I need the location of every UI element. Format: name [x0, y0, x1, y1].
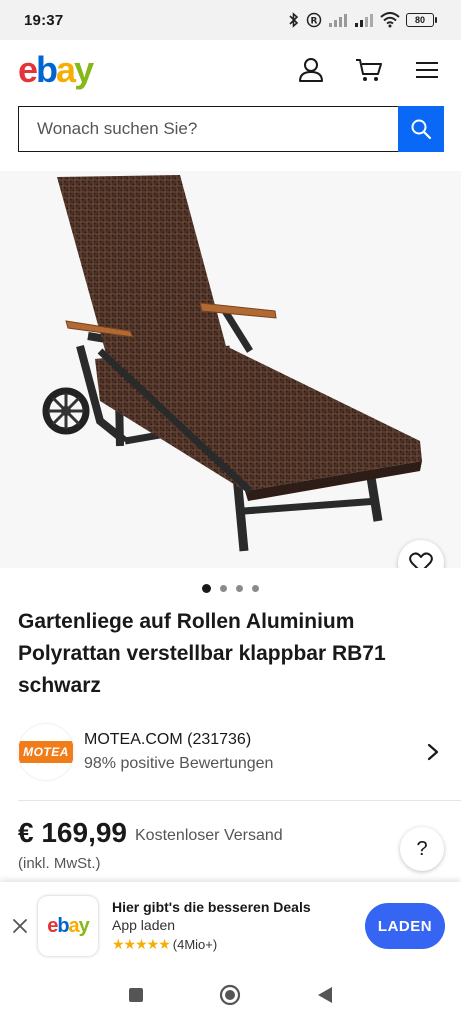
- signal-icon: [329, 14, 347, 27]
- product-title: Gartenliege auf Rollen Aluminium Polyrat…: [18, 610, 386, 697]
- seller-rating: 98% positive Bewertungen: [84, 755, 274, 772]
- registered-icon: R: [306, 12, 322, 28]
- product-image: [42, 175, 422, 552]
- header: ebay: [0, 40, 461, 100]
- menu-icon: [416, 62, 438, 78]
- heart-icon: [409, 552, 433, 568]
- seller-logo-text: MOTEA: [19, 741, 73, 763]
- ebay-logo[interactable]: ebay: [18, 52, 94, 88]
- seller-name: MOTEA.COM (231736): [84, 731, 252, 748]
- app-icon: ebay: [38, 896, 98, 956]
- help-button[interactable]: ?: [400, 827, 444, 871]
- search-bar: [18, 106, 444, 152]
- battery-icon: 80: [406, 13, 437, 27]
- banner-close-button[interactable]: [8, 914, 32, 938]
- wifi-icon: [380, 12, 400, 28]
- install-app-button[interactable]: LADEN: [365, 903, 445, 949]
- pagination-dot[interactable]: [202, 583, 211, 593]
- seller-chevron[interactable]: [421, 743, 445, 761]
- home-button[interactable]: [219, 984, 241, 1011]
- banner-title: Hier gibt's die besseren Deals: [112, 899, 311, 915]
- cart-button[interactable]: [351, 52, 387, 88]
- recent-apps-icon: [128, 987, 143, 1002]
- close-icon: [13, 919, 27, 933]
- back-button[interactable]: [317, 986, 333, 1009]
- price-row: € 169,99 Kostenloser Versand ?: [18, 817, 444, 871]
- status-icons: R 80: [288, 12, 437, 28]
- cart-icon: [356, 59, 382, 81]
- vat-note: (inkl. MwSt.): [18, 855, 101, 872]
- back-icon: [318, 986, 333, 1003]
- search-button[interactable]: [398, 106, 444, 152]
- app-icon-logo: ebay: [47, 915, 90, 937]
- page: 19:37 R 80 ebay Wonach suchen Sie? Garte…: [0, 0, 461, 1024]
- seller-info: MOTEA.COM (231736) 98% positive Bewertun…: [84, 731, 421, 773]
- app-install-banner: ebay Hier gibt's die besseren Deals App …: [0, 882, 461, 970]
- status-time: 19:37: [24, 11, 64, 29]
- banner-rating: ★★★★★ (4Mio+): [112, 936, 365, 953]
- recent-apps-button[interactable]: [128, 987, 144, 1008]
- gallery-pagination: [0, 582, 461, 594]
- system-navigation-bar: [0, 970, 461, 1024]
- pagination-dot[interactable]: [236, 584, 243, 592]
- pagination-dot[interactable]: [220, 584, 227, 592]
- signal-icon: [355, 14, 373, 27]
- bluetooth-icon: [289, 12, 299, 28]
- search-input[interactable]: [18, 106, 398, 152]
- status-bar: 19:37 R 80: [0, 0, 461, 40]
- seller-logo: MOTEA: [18, 724, 74, 780]
- product-image-gallery[interactable]: [0, 171, 461, 568]
- svg-text:R: R: [311, 17, 318, 27]
- help-icon: ?: [416, 837, 428, 860]
- battery-level: 80: [406, 13, 434, 27]
- price: € 169,99: [18, 817, 127, 848]
- search-icon: [411, 119, 431, 139]
- account-button[interactable]: [293, 52, 329, 88]
- banner-text: Hier gibt's die besseren Deals App laden…: [112, 899, 365, 953]
- shipping-info: Kostenloser Versand: [135, 827, 283, 844]
- header-actions: [293, 52, 445, 88]
- seller-row[interactable]: MOTEA MOTEA.COM (231736) 98% positive Be…: [18, 722, 445, 782]
- home-icon: [220, 984, 241, 1005]
- menu-button[interactable]: [409, 52, 445, 88]
- rating-count: (4Mio+): [172, 937, 218, 952]
- star-rating-icon: ★★★★★: [112, 936, 171, 952]
- divider: [18, 800, 461, 801]
- user-icon: [299, 58, 323, 82]
- pagination-dot[interactable]: [252, 584, 259, 592]
- chevron-right-icon: [427, 743, 439, 761]
- banner-subtitle: App laden: [112, 917, 176, 933]
